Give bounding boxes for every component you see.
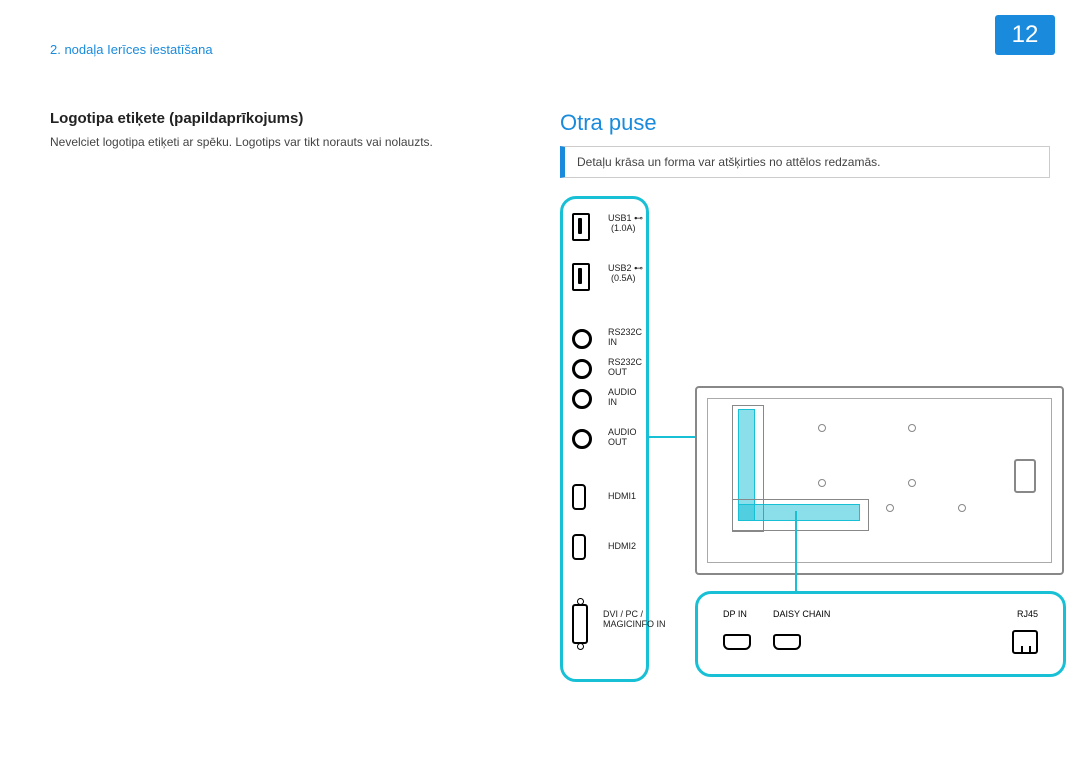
daisy-chain-label: DAISY CHAIN <box>773 609 830 619</box>
hdmi2-icon <box>572 534 586 560</box>
chapter-label: 2. nodaļa Ierīces iestatīšana <box>50 42 213 57</box>
rs232c-out-label: RS232C OUT <box>608 357 642 377</box>
screw-icon <box>908 424 916 432</box>
left-body: Nevelciet logotipa etiķeti ar spēku. Log… <box>50 135 490 149</box>
hdmi2-label: HDMI2 <box>608 541 636 551</box>
dvi-port-icon <box>572 604 588 644</box>
port-frame-horz <box>732 499 869 531</box>
device-back <box>695 386 1064 575</box>
notice-box: Detaļu krāsa un forma var atšķirties no … <box>560 146 1050 178</box>
screw-icon <box>818 479 826 487</box>
rs232c-in-label: RS232C IN <box>608 327 642 347</box>
usb1-port-icon <box>572 213 590 241</box>
screw-icon <box>908 479 916 487</box>
screw-icon <box>958 504 966 512</box>
connector-line-side <box>646 436 695 438</box>
right-column: Otra puse Detaļu krāsa un forma var atšķ… <box>560 110 1050 681</box>
page-number: 12 <box>995 15 1055 55</box>
screw-icon <box>886 504 894 512</box>
dvi-label: DVI / PC / MAGICINFO IN <box>603 609 666 629</box>
usb2-port-icon <box>572 263 590 291</box>
bottom-port-panel: DP IN DAISY CHAIN RJ45 <box>695 591 1066 677</box>
left-column: Logotipa etiķete (papildaprīkojums) Neve… <box>50 110 490 149</box>
dp-in-label: DP IN <box>723 609 747 619</box>
daisy-chain-port-icon <box>773 634 801 650</box>
hdmi1-label: HDMI1 <box>608 491 636 501</box>
usb2-sublabel: (0.5A) <box>611 273 636 283</box>
audio-in-icon <box>572 389 592 409</box>
rs232c-out-icon <box>572 359 592 379</box>
dp-in-port-icon <box>723 634 751 650</box>
rs232c-in-icon <box>572 329 592 349</box>
screw-icon <box>818 424 826 432</box>
side-port-panel: USB1 ⊷ (1.0A) USB2 ⊷ (0.5A) RS232C IN RS… <box>560 196 649 682</box>
audio-in-label: AUDIO IN <box>608 387 637 407</box>
right-heading: Otra puse <box>560 110 1050 136</box>
rj45-port-icon <box>1012 630 1038 654</box>
connector-line-bottom <box>795 511 797 591</box>
rj45-label: RJ45 <box>1017 609 1038 619</box>
power-socket-icon <box>1014 459 1036 493</box>
audio-out-icon <box>572 429 592 449</box>
device-back-inner <box>707 398 1052 563</box>
audio-out-label: AUDIO OUT <box>608 427 637 447</box>
left-heading: Logotipa etiķete (papildaprīkojums) <box>50 110 490 127</box>
hdmi1-icon <box>572 484 586 510</box>
diagram-area: USB1 ⊷ (1.0A) USB2 ⊷ (0.5A) RS232C IN RS… <box>560 196 1060 681</box>
usb1-sublabel: (1.0A) <box>611 223 636 233</box>
